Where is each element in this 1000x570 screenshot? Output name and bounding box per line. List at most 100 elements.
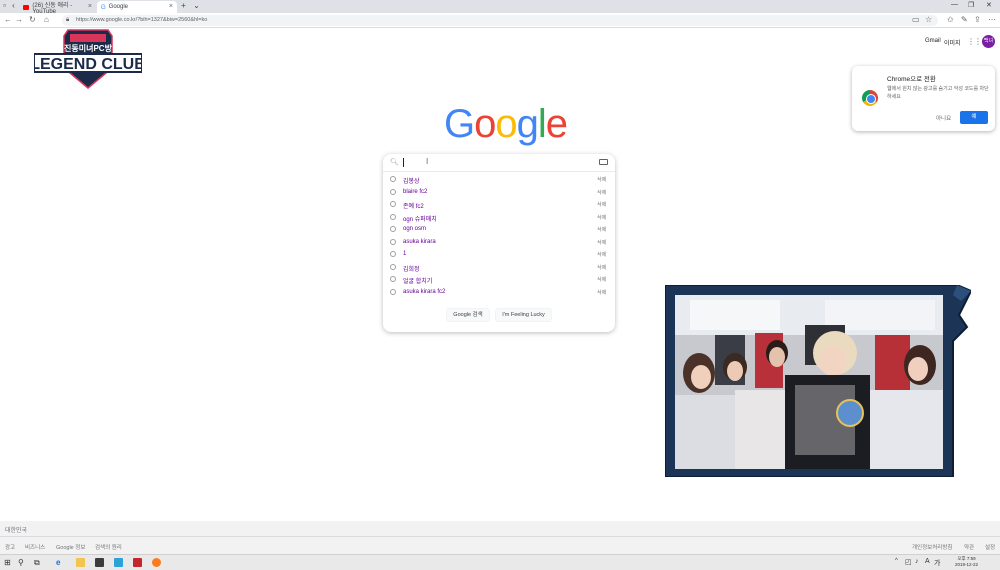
mcafee-icon[interactable] bbox=[133, 558, 142, 567]
close-icon[interactable]: × bbox=[88, 3, 92, 10]
legend-club-logo: 진동미녀PC방 LEGEND CLUB bbox=[34, 29, 142, 89]
footer-link-how-search-works[interactable]: 검색의 원리 bbox=[95, 543, 122, 551]
tab-google[interactable]: G Google × bbox=[97, 1, 177, 13]
back-icon[interactable]: ← bbox=[4, 15, 12, 24]
suggestion-item[interactable]: asuka kirara 삭제 bbox=[383, 237, 615, 250]
history-clock-icon bbox=[390, 238, 396, 245]
windows-start-icon[interactable]: ⊞ bbox=[4, 558, 11, 567]
history-clock-icon bbox=[390, 288, 396, 295]
tab-back-icon[interactable]: ‹ bbox=[9, 1, 18, 10]
search-icon[interactable]: ⚲ bbox=[18, 558, 24, 567]
popup-yes-button[interactable]: 예 bbox=[960, 111, 988, 124]
footer-links-bar: 광고 비즈니스 Google 정보 검색의 원리 개인정보처리방침 약관 설정 bbox=[0, 537, 1000, 554]
footer-country: 대한민국 bbox=[5, 528, 28, 534]
suggestion-item[interactable]: ogn osm 삭제 bbox=[383, 224, 615, 237]
more-icon[interactable]: ⋯ bbox=[988, 15, 996, 24]
tab-youtube[interactable]: (26) 신동 애리 - YouTube × bbox=[19, 1, 96, 15]
footer-link-about[interactable]: Google 정보 bbox=[56, 543, 85, 551]
history-clock-icon bbox=[390, 276, 396, 282]
suggestion-text: 얼굴 합치기 bbox=[403, 279, 433, 285]
history-clock-icon bbox=[390, 201, 396, 207]
new-tab-button[interactable]: + bbox=[179, 1, 188, 10]
youtube-icon bbox=[23, 4, 30, 10]
share-icon[interactable]: ⇪ bbox=[974, 15, 981, 24]
gmail-link[interactable]: Gmail bbox=[925, 38, 941, 44]
task-view-icon[interactable]: ⧉ bbox=[34, 558, 40, 568]
popup-no-button[interactable]: 아니요 bbox=[936, 114, 951, 122]
app-icon[interactable] bbox=[114, 558, 123, 567]
suggestion-text: ogn osm bbox=[403, 226, 427, 232]
footer-country-bar: 대한민국 bbox=[0, 521, 1000, 537]
history-clock-icon bbox=[390, 251, 396, 257]
logo-letter: o bbox=[474, 102, 496, 146]
suggestion-delete-link[interactable]: 삭제 bbox=[597, 226, 606, 233]
tray-chevron-icon[interactable]: ^ bbox=[895, 558, 898, 564]
address-bar[interactable]: 🔒︎ https://www.google.co.kr/?bih=1327&bi… bbox=[62, 15, 938, 26]
suggestion-item[interactable]: 김희정 삭제 bbox=[383, 262, 615, 275]
ime-hangul[interactable]: 가 bbox=[934, 558, 940, 568]
favorite-star-icon[interactable]: ☆ bbox=[925, 15, 932, 24]
reload-icon[interactable]: ↻ bbox=[29, 15, 36, 24]
reading-view-icon[interactable]: ▭ bbox=[912, 15, 920, 24]
suggestion-delete-link[interactable]: 삭제 bbox=[597, 189, 606, 196]
favorites-bar-icon[interactable]: ✩ bbox=[947, 15, 954, 24]
legend-club-subtitle: 진동미녀PC방 bbox=[64, 43, 113, 53]
footer-link-privacy[interactable]: 개인정보처리방침 bbox=[912, 543, 952, 551]
suggestion-text: 1 bbox=[403, 251, 407, 257]
suggestion-item[interactable]: ogn 슈퍼매치 삭제 bbox=[383, 212, 615, 225]
avatar[interactable]: 백녀 bbox=[982, 35, 995, 48]
forward-icon[interactable]: → bbox=[15, 15, 23, 24]
suggestion-delete-link[interactable]: 삭제 bbox=[597, 176, 606, 183]
app-orange-icon[interactable] bbox=[152, 558, 161, 567]
window-menu-icon[interactable]: ▫ bbox=[0, 1, 9, 10]
suggestion-delete-link[interactable]: 삭제 bbox=[597, 201, 606, 208]
suggestion-delete-link[interactable]: 삭제 bbox=[597, 289, 606, 296]
windows-taskbar: ⊞ ⚲ ⧉ e ^ ◰ ♪ A 가 오후 7:59 2019-12-22 bbox=[0, 554, 1000, 570]
suggestion-delete-link[interactable]: 삭제 bbox=[597, 251, 606, 258]
volume-icon[interactable]: ♪ bbox=[915, 558, 919, 565]
suggestion-text: asuka kirara bbox=[403, 238, 436, 245]
taskbar-clock[interactable]: 오후 7:59 2019-12-22 bbox=[955, 556, 978, 568]
suggestion-item[interactable]: 존예 fc2 삭제 bbox=[383, 199, 615, 212]
feeling-lucky-button[interactable]: I'm Feeling Lucky bbox=[495, 308, 552, 322]
suggestion-text: 김봉상 bbox=[403, 179, 420, 185]
suggestion-delete-link[interactable]: 삭제 bbox=[597, 276, 606, 283]
minimize-icon[interactable]: — bbox=[951, 1, 958, 8]
history-clock-icon bbox=[390, 213, 396, 220]
google-search-button[interactable]: Google 검색 bbox=[446, 308, 490, 322]
suggestion-delete-link[interactable]: 삭제 bbox=[597, 239, 606, 246]
footer-link-ads[interactable]: 광고 bbox=[5, 543, 15, 551]
suggestion-item[interactable]: 김봉상 삭제 bbox=[383, 174, 615, 187]
footer-link-terms[interactable]: 약관 bbox=[964, 543, 974, 551]
images-link[interactable]: 이미지 bbox=[944, 38, 961, 47]
suggestion-item[interactable]: 1 삭제 bbox=[383, 249, 615, 262]
suggestion-item[interactable]: blaire fc2 삭제 bbox=[383, 187, 615, 200]
suggestion-text: 존예 fc2 bbox=[403, 204, 424, 210]
keyboard-icon[interactable] bbox=[599, 159, 608, 165]
footer-link-settings[interactable]: 설정 bbox=[985, 543, 995, 551]
history-clock-icon bbox=[390, 188, 396, 195]
text-caret bbox=[403, 158, 404, 167]
history-clock-icon bbox=[390, 263, 396, 270]
suggestion-delete-link[interactable]: 삭제 bbox=[597, 214, 606, 221]
notes-icon[interactable]: ✎ bbox=[961, 15, 968, 24]
close-icon[interactable]: × bbox=[169, 3, 173, 10]
suggestion-text: asuka kirara fc2 bbox=[403, 288, 446, 295]
logo-letter: o bbox=[495, 102, 517, 146]
file-explorer-icon[interactable] bbox=[76, 558, 85, 567]
edge-icon[interactable]: e bbox=[56, 558, 60, 567]
suggestion-delete-link[interactable]: 삭제 bbox=[597, 264, 606, 271]
mail-icon[interactable] bbox=[95, 558, 104, 567]
network-icon[interactable]: ◰ bbox=[905, 558, 912, 566]
tab-list-icon[interactable]: ⌄ bbox=[192, 1, 201, 10]
restore-icon[interactable]: ❐ bbox=[968, 1, 974, 9]
suggestion-item[interactable]: 얼굴 합치기 삭제 bbox=[383, 274, 615, 287]
footer-link-business[interactable]: 비즈니스 bbox=[25, 543, 45, 551]
chrome-icon bbox=[862, 90, 878, 106]
search-input[interactable]: 🔍︎ I bbox=[383, 154, 615, 172]
close-window-icon[interactable]: ✕ bbox=[986, 1, 992, 9]
google-icon: G bbox=[101, 4, 106, 11]
suggestion-item[interactable]: asuka kirara fc2 삭제 bbox=[383, 287, 615, 300]
ime-mode-icon[interactable]: A bbox=[925, 558, 930, 565]
home-icon[interactable]: ⌂ bbox=[44, 15, 49, 24]
